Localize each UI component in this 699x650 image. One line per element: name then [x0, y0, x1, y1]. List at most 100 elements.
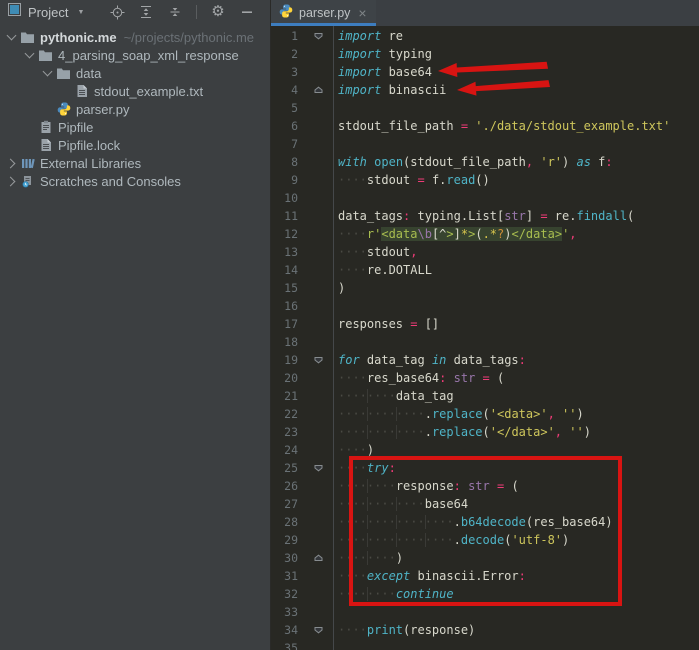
- chevron-down-icon[interactable]: [6, 30, 16, 41]
- line-number[interactable]: 12: [271, 225, 302, 243]
- fold-marker-icon[interactable]: [302, 81, 338, 99]
- locate-icon[interactable]: [109, 4, 125, 20]
- line-number[interactable]: 26: [271, 477, 302, 495]
- tree-item-pipfile-lock[interactable]: Pipfile.lock: [0, 136, 270, 154]
- code-line-23[interactable]: 23 ············.replace('</data>', ''): [271, 423, 699, 441]
- code-editor[interactable]: 1 import re 2 import typing 3 import base64 4 i…: [271, 26, 699, 650]
- code-line-17[interactable]: 17 responses = []: [271, 315, 699, 333]
- line-number[interactable]: 34: [271, 621, 302, 639]
- code-line-34[interactable]: 34 ····print(response): [271, 621, 699, 639]
- fold-marker-icon[interactable]: [302, 351, 338, 369]
- code-line-24[interactable]: 24 ····): [271, 441, 699, 459]
- line-number[interactable]: 20: [271, 369, 302, 387]
- project-panel-title[interactable]: Project: [28, 5, 68, 20]
- chevron-right-icon[interactable]: [5, 176, 15, 186]
- line-number[interactable]: 24: [271, 441, 302, 459]
- line-number[interactable]: 9: [271, 171, 302, 189]
- code-line-16[interactable]: 16: [271, 297, 699, 315]
- code-line-2[interactable]: 2 import typing: [271, 45, 699, 63]
- line-number[interactable]: 11: [271, 207, 302, 225]
- code-line-35[interactable]: 35: [271, 639, 699, 650]
- code-line-32[interactable]: 32 ········continue: [271, 585, 699, 603]
- fold-marker-icon[interactable]: [302, 459, 338, 477]
- collapse-all-icon[interactable]: [167, 4, 183, 20]
- code-line-8[interactable]: 8 with open(stdout_file_path, 'r') as f:: [271, 153, 699, 171]
- line-number[interactable]: 19: [271, 351, 302, 369]
- line-number[interactable]: 21: [271, 387, 302, 405]
- code-line-13[interactable]: 13 ····stdout,: [271, 243, 699, 261]
- fold-marker-icon[interactable]: [302, 549, 338, 567]
- code-line-4[interactable]: 4 import binascii: [271, 81, 699, 99]
- code-line-19[interactable]: 19 for data_tag in data_tags:: [271, 351, 699, 369]
- code-line-18[interactable]: 18: [271, 333, 699, 351]
- code-line-21[interactable]: 21 ········data_tag: [271, 387, 699, 405]
- line-number[interactable]: 6: [271, 117, 302, 135]
- chevron-right-icon[interactable]: [5, 158, 15, 168]
- line-number[interactable]: 23: [271, 423, 302, 441]
- code-line-15[interactable]: 15): [271, 279, 699, 297]
- line-number[interactable]: 3: [271, 63, 302, 81]
- line-number[interactable]: 29: [271, 531, 302, 549]
- tree-item-parser-py[interactable]: parser.py: [0, 100, 270, 118]
- code-line-11[interactable]: 11 data_tags: typing.List[str] = re.finda…: [271, 207, 699, 225]
- close-icon[interactable]: ×: [358, 6, 366, 20]
- line-number[interactable]: 13: [271, 243, 302, 261]
- line-number[interactable]: 17: [271, 315, 302, 333]
- code-line-33[interactable]: 33: [271, 603, 699, 621]
- line-number[interactable]: 33: [271, 603, 302, 621]
- code-line-7[interactable]: 7: [271, 135, 699, 153]
- line-number[interactable]: 22: [271, 405, 302, 423]
- fold-marker-icon[interactable]: [302, 27, 338, 45]
- line-number[interactable]: 15: [271, 279, 302, 297]
- code-line-29[interactable]: 29 ················.decode('utf-8'): [271, 531, 699, 549]
- line-number[interactable]: 35: [271, 639, 302, 650]
- code-line-26[interactable]: 26 ········response: str = (: [271, 477, 699, 495]
- line-number[interactable]: 31: [271, 567, 302, 585]
- code-line-6[interactable]: 6 stdout_file_path = './data/stdout_examp…: [271, 117, 699, 135]
- tree-item-stdout-example-txt[interactable]: stdout_example.txt: [0, 82, 270, 100]
- chevron-down-icon[interactable]: [24, 48, 34, 59]
- hide-icon[interactable]: [239, 4, 255, 20]
- fold-marker-icon[interactable]: [302, 621, 338, 639]
- chevron-down-icon[interactable]: [42, 66, 52, 77]
- line-number[interactable]: 30: [271, 549, 302, 567]
- line-number[interactable]: 28: [271, 513, 302, 531]
- code-line-27[interactable]: 27 ············base64: [271, 495, 699, 513]
- line-number[interactable]: 25: [271, 459, 302, 477]
- code-line-14[interactable]: 14 ····re.DOTALL: [271, 261, 699, 279]
- tree-item-data[interactable]: data: [0, 64, 270, 82]
- code-line-31[interactable]: 31 ····except binascii.Error:: [271, 567, 699, 585]
- line-number[interactable]: 5: [271, 99, 302, 117]
- tree-item-4-parsing-soap-xml-response[interactable]: 4_parsing_soap_xml_response: [0, 46, 270, 64]
- line-number[interactable]: 4: [271, 81, 302, 99]
- chevron-down-icon[interactable]: ▼: [77, 9, 84, 16]
- line-number[interactable]: 1: [271, 27, 302, 45]
- line-number[interactable]: 18: [271, 333, 302, 351]
- line-number[interactable]: 16: [271, 297, 302, 315]
- code-line-28[interactable]: 28 ················.b64decode(res_base64): [271, 513, 699, 531]
- line-number[interactable]: 7: [271, 135, 302, 153]
- code-line-25[interactable]: 25 ····try:: [271, 459, 699, 477]
- code-line-1[interactable]: 1 import re: [271, 27, 699, 45]
- line-number[interactable]: 14: [271, 261, 302, 279]
- line-number[interactable]: 27: [271, 495, 302, 513]
- code-line-5[interactable]: 5: [271, 99, 699, 117]
- settings-icon[interactable]: ⚙: [210, 4, 226, 20]
- code-line-9[interactable]: 9 ····stdout = f.read(): [271, 171, 699, 189]
- code-line-30[interactable]: 30 ········): [271, 549, 699, 567]
- line-number[interactable]: 2: [271, 45, 302, 63]
- code-line-22[interactable]: 22 ············.replace('<data>', ''): [271, 405, 699, 423]
- tree-item-scratches-and-consoles[interactable]: Scratches and Consoles: [0, 172, 270, 190]
- tree-item-pythonic-me[interactable]: pythonic.me ~/projects/pythonic.me: [0, 28, 270, 46]
- tab-parser-py[interactable]: parser.py ×: [271, 0, 376, 26]
- code-line-12[interactable]: 12 ····r'<data\b[^>]*>(.*?)</data>',: [271, 225, 699, 243]
- line-number[interactable]: 10: [271, 189, 302, 207]
- tree-item-external-libraries[interactable]: External Libraries: [0, 154, 270, 172]
- line-number[interactable]: 8: [271, 153, 302, 171]
- expand-all-icon[interactable]: [138, 4, 154, 20]
- tree-item-pipfile[interactable]: Pipfile: [0, 118, 270, 136]
- code-line-20[interactable]: 20 ····res_base64: str = (: [271, 369, 699, 387]
- code-line-10[interactable]: 10: [271, 189, 699, 207]
- line-number[interactable]: 32: [271, 585, 302, 603]
- code-line-3[interactable]: 3 import base64: [271, 63, 699, 81]
